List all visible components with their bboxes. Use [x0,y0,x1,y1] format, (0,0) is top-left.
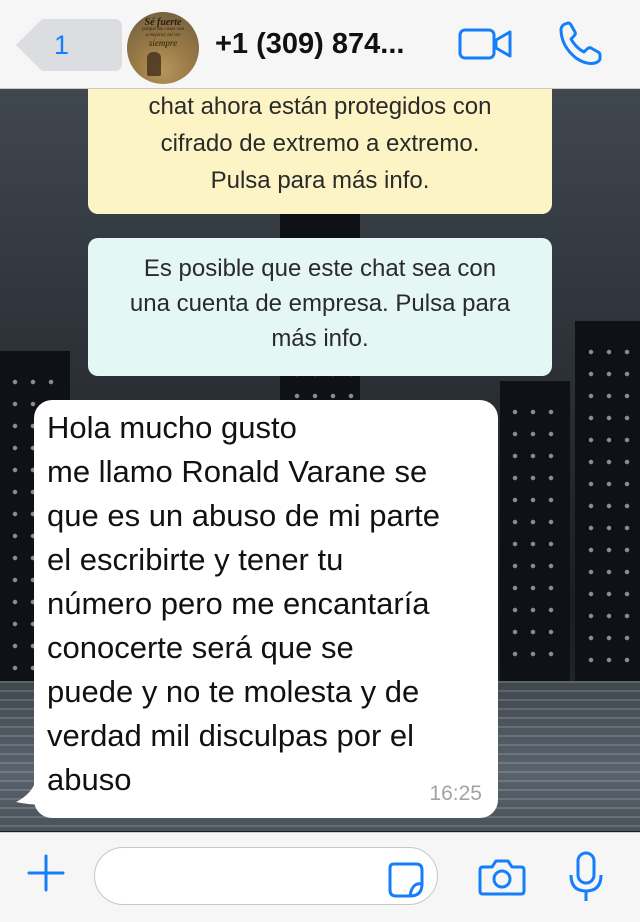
notice-line: más info. [271,325,369,352]
notice-line: una cuenta de empresa. Pulsa para [129,290,511,317]
camera-icon [478,859,526,896]
video-call-button[interactable] [458,26,514,62]
message-line: abuso [47,762,132,797]
message-line: me llamo Ronald Varane se [47,454,428,489]
message-line: el escribirte y tener tu [47,542,344,577]
message-line: que es un abuso de mi parte [47,498,440,533]
sticker-button[interactable] [386,860,426,900]
notice-line: cifrado de extremo a extremo. [160,130,480,157]
unread-count: 1 [53,30,70,60]
microphone-icon [569,851,603,901]
message-timestamp: 16:25 [429,782,482,805]
building-lights [506,401,566,671]
phone-icon [559,21,602,65]
avatar[interactable]: Sé fuerte porque las cosas van a mejorar… [127,12,199,84]
notice-line: Es posible que este chat sea con [143,255,497,282]
microphone-button[interactable] [568,851,604,903]
plus-icon [27,854,65,892]
message-line: número pero me encantaría [47,586,430,621]
building-lights [582,341,634,671]
message-line: conocerte será que se [47,630,354,665]
input-bar [0,832,640,922]
notice-line: Pulsa para más info. [210,167,430,194]
video-camera-icon [458,28,512,60]
incoming-message[interactable]: Hola mucho gusto me llamo Ronald Varane … [34,400,498,818]
message-line: puede y no te molesta y de [47,674,420,709]
back-button[interactable]: 1 [14,17,124,73]
message-line: verdad mil disculpas por el [47,718,415,753]
business-account-notice[interactable]: Es posible que este chat sea con una cue… [88,238,552,376]
avatar-figure [147,52,161,76]
contact-title[interactable]: +1 (309) 874... [215,20,404,68]
attach-button[interactable] [26,853,66,893]
message-line: Hola mucho gusto [47,410,297,445]
encryption-notice[interactable]: chat ahora están protegidos con cifrado … [88,88,552,214]
voice-call-button[interactable] [556,18,606,68]
avatar-caption: Sé fuerte porque las cosas van a mejorar… [142,17,184,48]
notice-line: chat ahora están protegidos con [148,93,492,120]
chat-header: 1 Sé fuerte porque las cosas van a mejor… [0,0,640,89]
camera-button[interactable] [478,857,526,897]
sticker-icon [388,862,424,898]
